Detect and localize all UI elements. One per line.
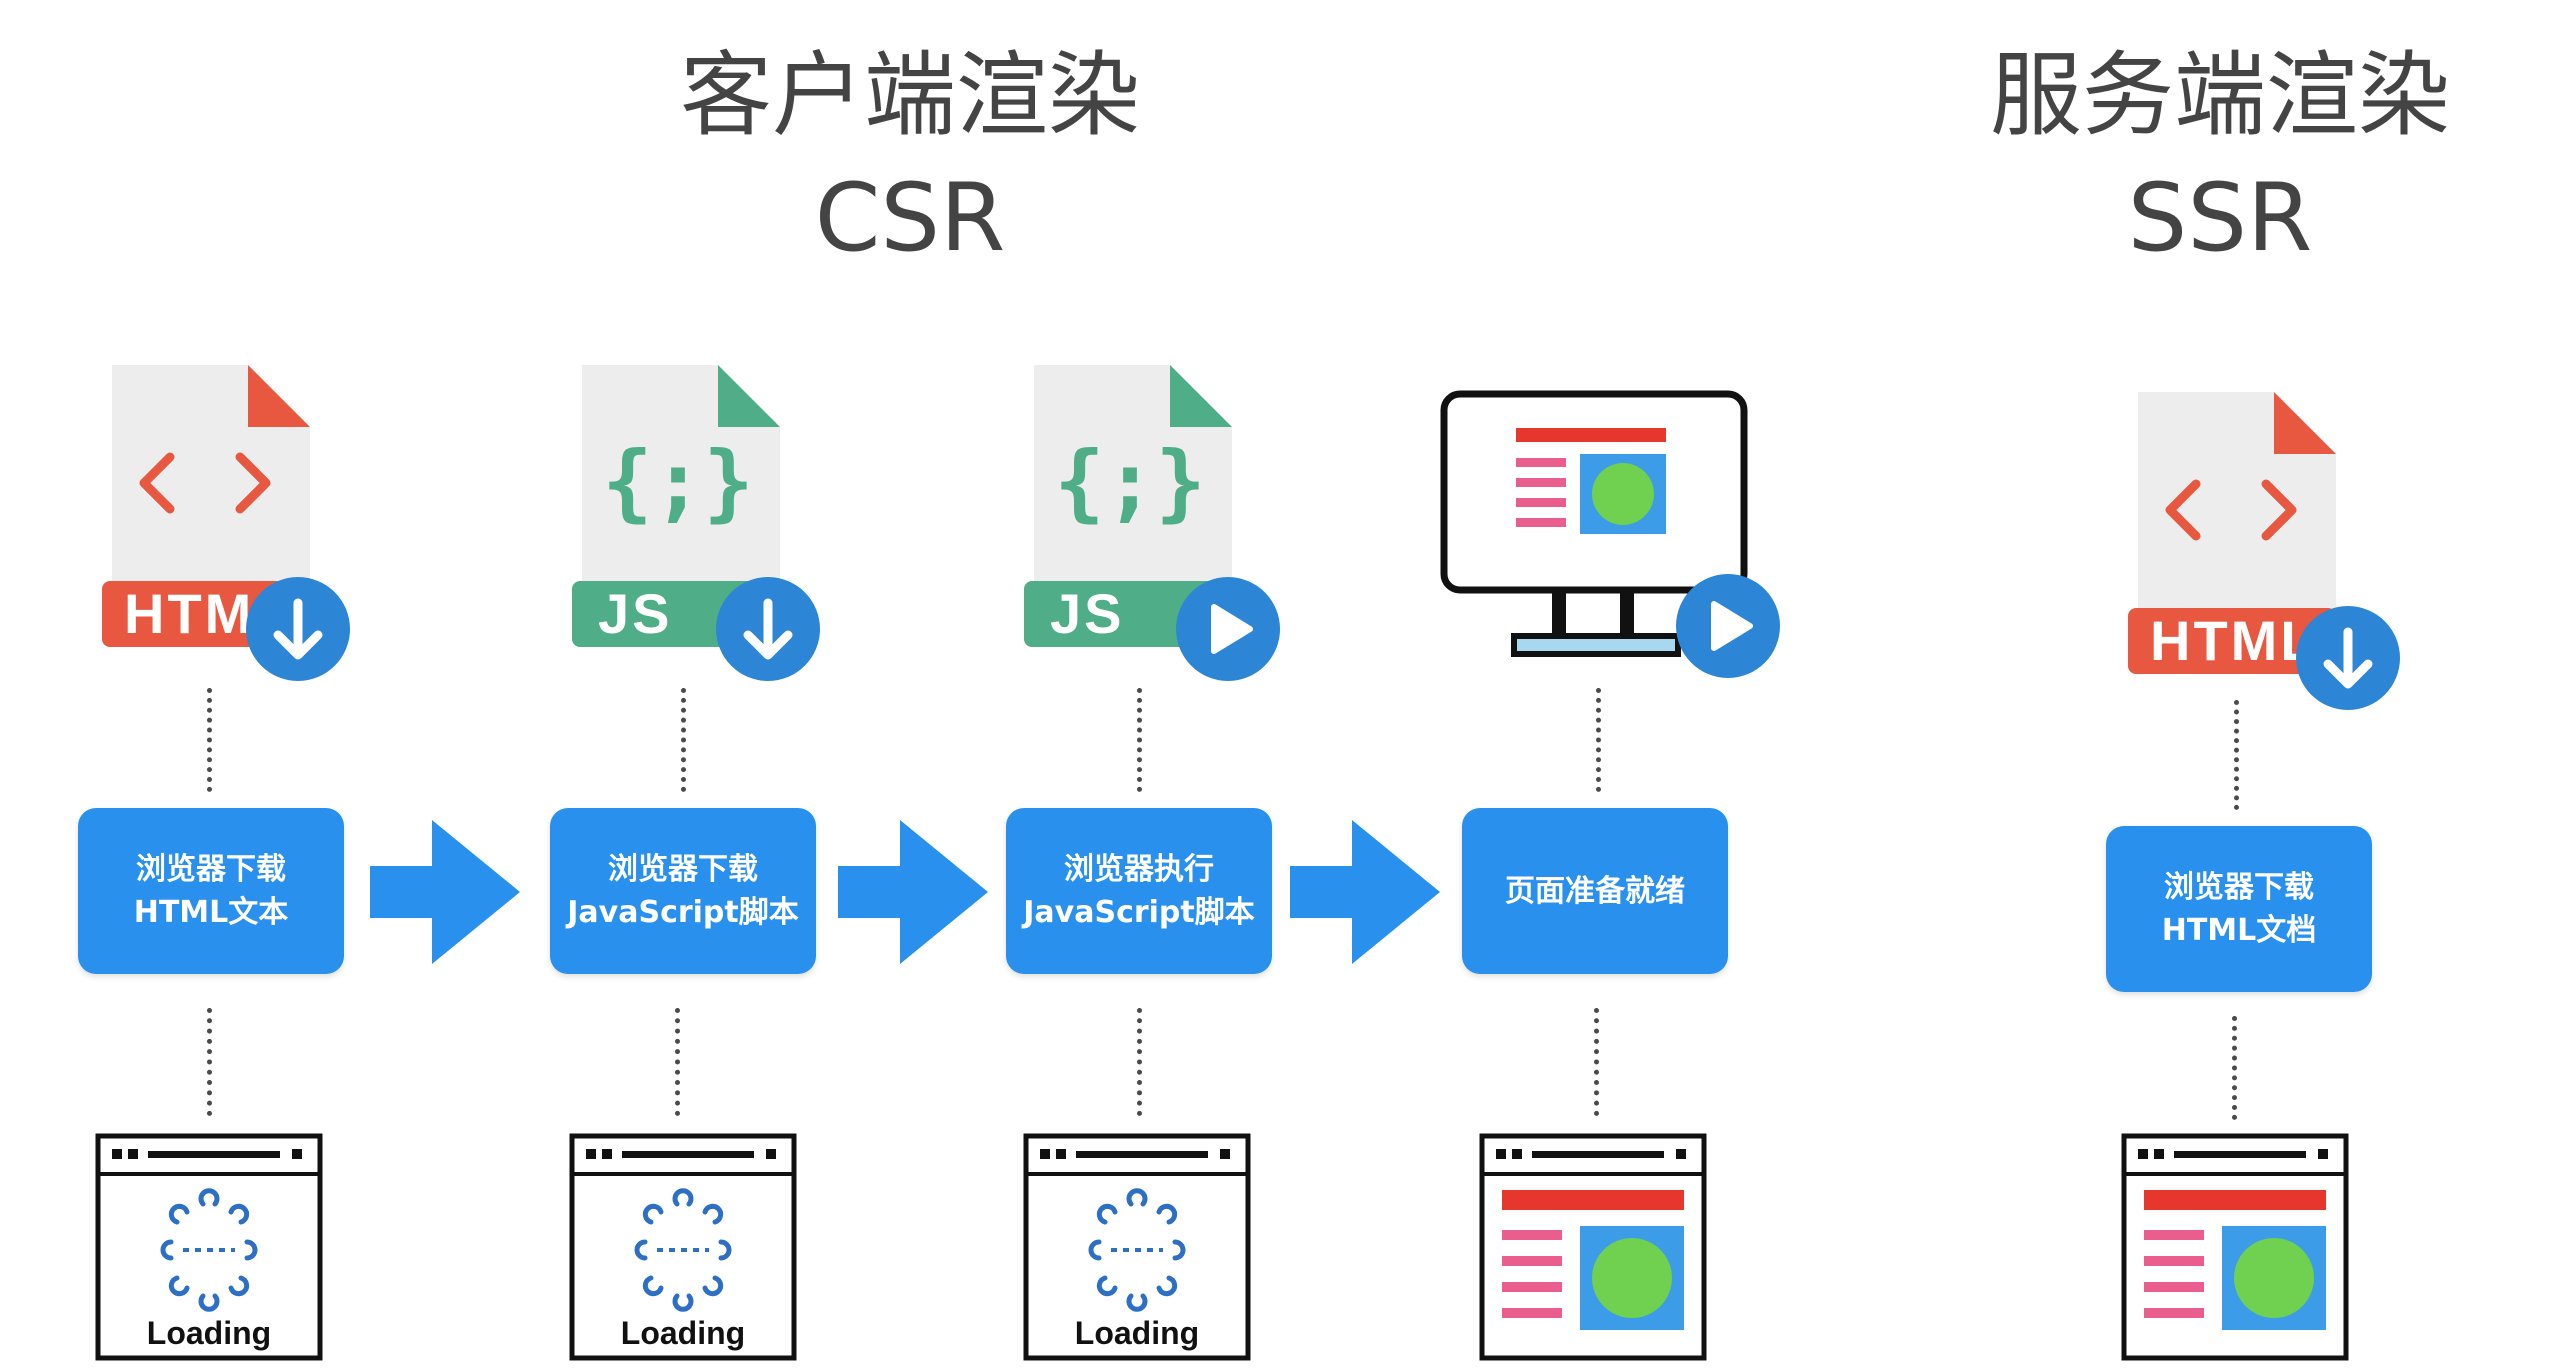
step-label: 浏览器执行 JavaScript脚本 [1023, 852, 1255, 930]
html-file-label: HTML [2150, 609, 2318, 672]
loading-label: Loading [1075, 1315, 1199, 1351]
connector-dots [1137, 1008, 1142, 1116]
csr-subtitle: CSR [814, 164, 1006, 273]
step-page-ready: 页面准备就绪 [1462, 808, 1728, 974]
connector-dots [2232, 1016, 2237, 1120]
play-badge-icon [1176, 577, 1280, 681]
download-badge-icon [246, 577, 350, 681]
browser-window-ready [1480, 1134, 1708, 1362]
js-file-download-icon: {;} JS [572, 365, 830, 685]
step-label: 页面准备就绪 [1505, 873, 1685, 909]
browser-window-loading: Loading [1024, 1134, 1252, 1362]
download-badge-icon [2296, 606, 2400, 710]
play-badge-icon [1676, 574, 1780, 678]
html-file-download-icon: HTML [2128, 392, 2386, 722]
js-file-label: JS [1050, 582, 1125, 645]
connector-dots [207, 1008, 212, 1116]
download-badge-icon [716, 577, 820, 681]
step-label: 浏览器下载 JavaScript脚本 [567, 852, 799, 930]
connector-dots [1594, 1008, 1599, 1116]
step-download-html-doc: 浏览器下载 HTML文档 [2106, 826, 2372, 992]
step-download-html: 浏览器下载 HTML文本 [78, 808, 344, 974]
monitor-page-ready-icon [1440, 390, 1780, 680]
html-file-label: HTM [124, 582, 254, 645]
step-label: 浏览器下载 HTML文本 [133, 852, 289, 930]
flow-arrow-icon [1290, 820, 1440, 964]
svg-text:{;}: {;} [602, 433, 754, 531]
connector-dots [675, 1008, 680, 1116]
connector-dots [1596, 688, 1601, 792]
flow-arrow-icon [838, 820, 988, 964]
step-download-js: 浏览器下载 JavaScript脚本 [550, 808, 816, 974]
browser-window-loading: Loading [570, 1134, 798, 1362]
csr-title: 客户端渲染 [679, 42, 1140, 149]
browser-window-ready [2122, 1134, 2350, 1362]
step-label: 浏览器下载 HTML文档 [2161, 870, 2317, 948]
connector-dots [681, 688, 686, 792]
flow-arrow-icon [370, 820, 520, 964]
loading-label: Loading [621, 1315, 745, 1351]
svg-text:{;}: {;} [1054, 433, 1206, 531]
browser-window-loading: Loading [96, 1134, 324, 1362]
js-file-label: JS [598, 582, 673, 645]
connector-dots [1137, 688, 1142, 792]
connector-dots [207, 688, 212, 792]
step-execute-js: 浏览器执行 JavaScript脚本 [1006, 808, 1272, 974]
ssr-subtitle: SSR [2127, 164, 2313, 273]
connector-dots [2234, 700, 2239, 810]
html-file-download-icon: HTM [102, 365, 360, 685]
ssr-title: 服务端渲染 [1989, 42, 2450, 149]
loading-label: Loading [147, 1315, 271, 1351]
js-file-execute-icon: {;} JS [1024, 365, 1282, 685]
